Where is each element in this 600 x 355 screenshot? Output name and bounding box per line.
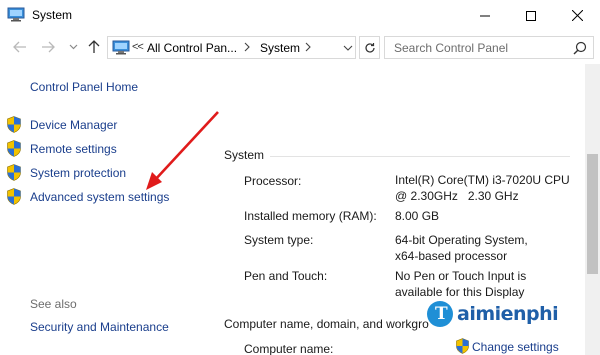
security-and-maintenance-link[interactable]: Security and Maintenance bbox=[30, 320, 169, 334]
watermark-logo: T aimienphi bbox=[427, 297, 577, 333]
pen-touch-value: No Pen or Touch Input is available for t… bbox=[395, 268, 580, 300]
ram-label: Installed memory (RAM): bbox=[244, 209, 377, 223]
change-settings-link[interactable]: Change settings bbox=[456, 337, 586, 355]
control-panel-icon bbox=[112, 40, 130, 55]
close-icon bbox=[571, 10, 583, 21]
search-placeholder[interactable]: Search Control Panel bbox=[394, 41, 508, 55]
red-annotation-arrow-icon bbox=[146, 111, 219, 190]
computer-name-section-heading: Computer name, domain, and workgro bbox=[224, 317, 429, 331]
system-type-value-line: x64-based processor bbox=[395, 249, 508, 263]
title-bar: System bbox=[0, 0, 600, 31]
refresh-icon bbox=[364, 42, 375, 53]
computer-name-label: Computer name: bbox=[244, 342, 334, 355]
minimize-icon bbox=[480, 15, 490, 16]
chevron-down-icon bbox=[69, 44, 77, 50]
system-computer-icon bbox=[7, 7, 25, 22]
breadcrumb-all-control-panel[interactable]: All Control Pan... bbox=[147, 41, 237, 55]
navigation-bar: << All Control Pan... System Search Cont… bbox=[0, 31, 600, 64]
window-title: System bbox=[32, 8, 73, 22]
ram-value: 8.00 GB bbox=[395, 208, 580, 224]
pen-touch-value-line: No Pen or Touch Input is bbox=[395, 269, 527, 283]
control-panel-home-link[interactable]: Control Panel Home bbox=[30, 80, 138, 94]
address-bar[interactable]: << All Control Pan... System bbox=[107, 36, 356, 59]
change-settings-label[interactable]: Change settings bbox=[472, 340, 559, 354]
system-type-label: System type: bbox=[244, 233, 314, 247]
back-button[interactable] bbox=[10, 37, 30, 57]
system-type-value: 64-bit Operating System, x64-based proce… bbox=[395, 232, 580, 264]
system-type-value-line: 64-bit Operating System, bbox=[395, 233, 528, 247]
up-button[interactable] bbox=[84, 37, 104, 57]
uac-shield-icon bbox=[7, 188, 21, 205]
uac-shield-icon bbox=[7, 116, 21, 133]
chevron-down-icon[interactable] bbox=[342, 42, 354, 54]
minimize-button[interactable] bbox=[462, 0, 508, 31]
breadcrumb-system[interactable]: System bbox=[260, 41, 300, 55]
chevron-right-icon[interactable] bbox=[243, 42, 251, 52]
close-button[interactable] bbox=[554, 0, 600, 31]
arrow-left-icon bbox=[13, 41, 26, 53]
section-divider bbox=[270, 156, 570, 157]
arrow-up-icon bbox=[88, 40, 100, 53]
ram-value-line: 8.00 GB bbox=[395, 209, 440, 223]
address-overflow[interactable]: << bbox=[132, 41, 144, 53]
uac-shield-icon bbox=[7, 164, 21, 181]
pen-touch-label: Pen and Touch: bbox=[244, 269, 328, 283]
arrow-right-icon bbox=[42, 41, 55, 53]
search-icon[interactable] bbox=[573, 41, 587, 55]
maximize-icon bbox=[526, 10, 536, 21]
uac-shield-icon bbox=[7, 140, 21, 157]
processor-value: Intel(R) Core(TM) i3-7020U CPU @ 2.30GHz… bbox=[395, 172, 580, 204]
forward-button[interactable] bbox=[38, 37, 58, 57]
chevron-right-icon[interactable] bbox=[304, 42, 312, 52]
processor-value-line: Intel(R) Core(TM) i3-7020U CPU bbox=[395, 173, 570, 187]
sidebar-item-label[interactable]: System protection bbox=[30, 166, 126, 180]
see-also-heading: See also bbox=[30, 297, 77, 311]
maximize-button[interactable] bbox=[508, 0, 554, 31]
sidebar-item-label[interactable]: Remote settings bbox=[30, 142, 117, 156]
scrollbar-thumb[interactable] bbox=[587, 154, 598, 274]
watermark-letter: T bbox=[435, 304, 448, 324]
watermark-text: aimienphi bbox=[457, 303, 559, 325]
search-box[interactable]: Search Control Panel bbox=[384, 36, 594, 59]
refresh-button[interactable] bbox=[359, 36, 380, 59]
processor-value-line: @ 2.30GHz 2.30 GHz bbox=[395, 189, 519, 203]
processor-label: Processor: bbox=[244, 174, 302, 188]
recent-locations-button[interactable] bbox=[63, 37, 83, 57]
uac-shield-icon bbox=[456, 338, 469, 354]
sidebar-item-label[interactable]: Device Manager bbox=[30, 118, 117, 132]
